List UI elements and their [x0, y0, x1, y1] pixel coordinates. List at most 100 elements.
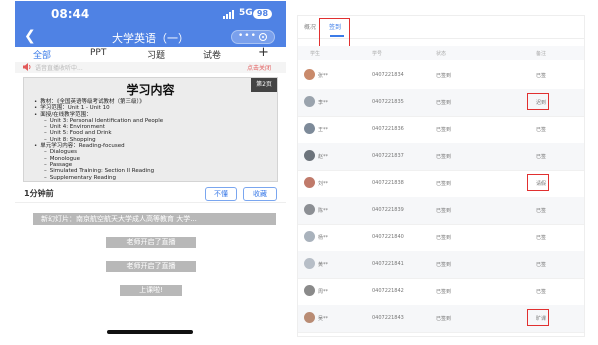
tab-all[interactable]: 全部: [33, 48, 51, 61]
table-row[interactable]: 杨** 0407221840 已签到 已签: [298, 224, 584, 252]
content-tabs: 全部 PPT 习题 试卷 +: [15, 45, 286, 61]
student-id: 0407221841: [372, 261, 404, 267]
notice-text: 语音直播收听中...: [35, 65, 83, 72]
close-circle-icon[interactable]: [259, 33, 267, 41]
remark-cell[interactable]: 已签: [536, 153, 546, 160]
avatar: [304, 123, 315, 134]
remark-cell[interactable]: 已签: [536, 72, 546, 79]
more-dots-icon[interactable]: •••: [238, 31, 257, 41]
header-remark: 备注: [536, 51, 547, 57]
student-name: 刘**: [318, 181, 329, 187]
sign-status: 已签到: [436, 235, 452, 241]
home-indicator[interactable]: [107, 330, 193, 334]
student-id: 0407221839: [372, 207, 404, 213]
student-id: 0407221836: [372, 126, 404, 132]
collect-button[interactable]: 收藏: [243, 187, 277, 201]
avatar: [304, 231, 315, 242]
highlight-box-remark: [527, 309, 549, 326]
remark-cell[interactable]: 已签: [536, 288, 546, 295]
avatar: [304, 150, 315, 161]
table-header: 学生 学号 状态 备注: [298, 46, 584, 60]
sign-status: 已签到: [436, 262, 452, 268]
student-id: 0407221835: [372, 99, 404, 105]
table-row[interactable]: 张** 0407221834 已签到 已签: [298, 62, 584, 90]
avatar: [304, 96, 315, 107]
time-ago: 1分钟前: [24, 189, 54, 198]
student-name: 赵**: [318, 154, 329, 160]
sign-status: 已签到: [436, 208, 452, 214]
sign-status: 已签到: [436, 316, 452, 322]
table-row[interactable]: 周** 0407221842 已签到 已签: [298, 278, 584, 306]
avatar: [304, 69, 315, 80]
student-id: 0407221838: [372, 180, 404, 186]
status-bar: 08:44 5G 98: [15, 1, 286, 27]
mini-program-capsule[interactable]: •••: [231, 30, 275, 44]
student-id: 0407221834: [372, 72, 404, 78]
header-student: 学生: [310, 51, 321, 57]
sign-status: 已签到: [436, 181, 452, 187]
avatar: [304, 312, 315, 323]
ppt-slide[interactable]: 学习内容 第2页 教材：《全国英语等级考试教材（第三级）》学习范围：Unit 1…: [23, 77, 278, 182]
avatar: [304, 285, 315, 296]
notice-close-link[interactable]: 点击关闭: [247, 63, 271, 72]
avatar: [304, 258, 315, 269]
avatar: [304, 177, 315, 188]
event-class-start: 上课啦!: [120, 285, 182, 296]
remark-cell[interactable]: 已签: [536, 207, 546, 214]
sign-status: 已签到: [436, 289, 452, 295]
event-live-started-2: 老师开启了直播: [106, 261, 196, 272]
remark-cell[interactable]: 已签: [536, 126, 546, 133]
new-slide-banner[interactable]: 新幻灯片：南京航空航天大学成人高等教育 大学...: [33, 213, 276, 225]
table-row[interactable]: 陈** 0407221839 已签到 已签: [298, 197, 584, 225]
slide-title: 学习内容: [126, 83, 175, 97]
speaker-icon: [23, 63, 31, 71]
slide-bullet-list: 教材：《全国英语等级考试教材（第三级）》学习范围：Unit 1 - Unit 1…: [34, 99, 269, 181]
live-notice-bar: 语音直播收听中... 点击关闭: [15, 62, 286, 73]
tab-papers[interactable]: 试卷: [203, 48, 221, 61]
student-name: 王**: [318, 127, 329, 133]
student-name: 周**: [318, 289, 329, 295]
tab-exercises[interactable]: 习题: [147, 48, 165, 61]
tab-add-button[interactable]: +: [258, 45, 269, 60]
student-id: 0407221837: [372, 153, 404, 159]
student-name: 陈**: [318, 208, 329, 214]
avatar: [304, 204, 315, 215]
table-row[interactable]: 王** 0407221836 已签到 已签: [298, 116, 584, 144]
sign-status: 已签到: [436, 154, 452, 160]
tab-ppt[interactable]: PPT: [90, 48, 106, 58]
student-name: 李**: [318, 100, 329, 106]
slide-meta-row: 1分钟前 不懂 收藏: [15, 187, 286, 201]
status-time: 08:44: [51, 7, 90, 21]
attendance-panel: 概况 签到 学生 学号 状态 备注 张** 0407221834 已签到 已签 李** 0…: [297, 15, 585, 337]
tab-overview[interactable]: 概况: [304, 22, 316, 31]
slide-page-badge: 第2页: [251, 78, 277, 92]
student-name: 吴**: [318, 316, 329, 322]
not-understand-button[interactable]: 不懂: [205, 187, 237, 201]
student-id: 0407221840: [372, 234, 404, 240]
divider: [15, 202, 286, 203]
sign-status: 已签到: [436, 100, 452, 106]
event-live-started-1: 老师开启了直播: [106, 237, 196, 248]
sign-status: 已签到: [436, 73, 452, 79]
battery-icon: 98: [253, 9, 272, 19]
header-status: 状态: [436, 51, 447, 57]
table-row[interactable]: 赵** 0407221837 已签到 已签: [298, 143, 584, 171]
header-id: 学号: [372, 51, 383, 57]
student-name: 杨**: [318, 235, 329, 241]
table-row[interactable]: 黄** 0407221841 已签到 已签: [298, 251, 584, 279]
highlight-box-remark: [527, 93, 549, 110]
remark-cell[interactable]: 已签: [536, 234, 546, 241]
slide-sub-bullet: Supplementary Reading: [34, 175, 269, 181]
remark-cell[interactable]: 已签: [536, 261, 546, 268]
student-name: 张**: [318, 73, 329, 79]
student-id: 0407221843: [372, 315, 404, 321]
title-bar: ❮ 大学英语（一） •••: [15, 27, 286, 47]
signal-icon: [223, 10, 236, 19]
sign-status: 已签到: [436, 127, 452, 133]
network-type: 5G: [239, 8, 253, 18]
highlight-box-remark: [527, 174, 549, 191]
highlight-box-tab: [319, 18, 350, 49]
student-id: 0407221842: [372, 288, 404, 294]
student-name: 黄**: [318, 262, 329, 268]
phone-screen: 08:44 5G 98 ❮ 大学英语（一） ••• 全部 PPT 习题 试卷 +…: [15, 1, 286, 337]
